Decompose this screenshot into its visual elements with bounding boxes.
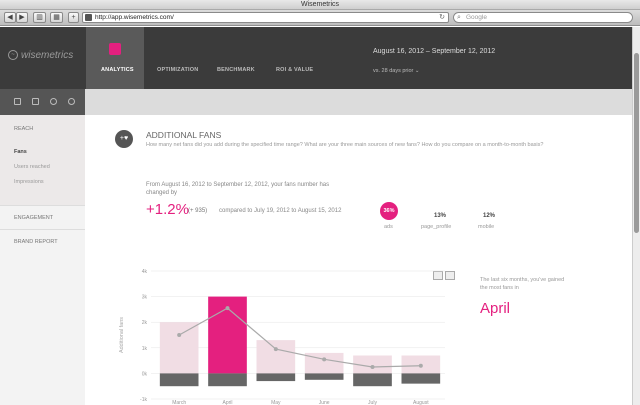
sidebar-divider bbox=[0, 205, 85, 206]
trend-point bbox=[322, 357, 327, 362]
trend-point bbox=[273, 347, 278, 352]
bar-march bbox=[159, 322, 199, 374]
sidebar: REACH Fans Users reached Impressions ENG… bbox=[0, 89, 85, 405]
section-title: ADDITIONAL FANS bbox=[146, 130, 222, 140]
source-mobile-label: mobile bbox=[478, 224, 495, 230]
insight-month: April bbox=[480, 300, 511, 317]
document-icon[interactable] bbox=[32, 98, 39, 105]
browser-toolbar: ◀ ▶ ▥ ▦ + http://app.wisemetrics.com/ ↻ … bbox=[0, 10, 640, 26]
date-range[interactable]: August 16, 2012 – September 12, 2012 bbox=[373, 48, 495, 55]
fans-chart: 4k 3k 2k 1k 0k -1k Additional fans March April Ma… bbox=[119, 269, 445, 405]
fans-change-percent: +1.2% bbox=[146, 201, 189, 218]
y-tick-label: -1k bbox=[140, 397, 147, 403]
bar-negative-may bbox=[256, 373, 296, 382]
window-title: Wisemetrics bbox=[300, 1, 340, 8]
bar-negative-june bbox=[304, 373, 344, 380]
trend-point bbox=[177, 333, 182, 337]
bar-negative-march bbox=[159, 373, 199, 387]
x-tick-label: May bbox=[271, 400, 281, 405]
back-button[interactable]: ◀ bbox=[4, 12, 16, 23]
reload-icon[interactable]: ↻ bbox=[439, 13, 445, 22]
nav-analytics[interactable]: ANALYTICS bbox=[101, 67, 134, 73]
bar-negative-july bbox=[353, 373, 392, 387]
reach-section bbox=[0, 115, 85, 205]
sidebar-icon-bar bbox=[0, 89, 85, 115]
sidebar-brand-report-header[interactable]: BRAND REPORT bbox=[14, 239, 58, 245]
source-page-profile-value: 13% bbox=[434, 213, 447, 219]
bar-negative-april bbox=[208, 373, 247, 387]
search-input[interactable]: ⌕ Google bbox=[453, 12, 633, 23]
scrollbar[interactable] bbox=[632, 27, 640, 405]
y-tick-label: 1k bbox=[142, 346, 148, 352]
compare-dropdown[interactable]: vs. 28 days prior ⌄ bbox=[373, 68, 420, 74]
url-text: http://app.wisemetrics.com/ bbox=[95, 14, 174, 21]
heart-icon[interactable]: +♥ bbox=[115, 130, 133, 148]
trend-point bbox=[418, 363, 423, 368]
bookmarks-icon[interactable]: ▥ bbox=[33, 12, 46, 23]
sidebar-divider bbox=[0, 229, 85, 230]
gear-icon[interactable] bbox=[68, 98, 75, 105]
home-icon[interactable] bbox=[14, 98, 21, 105]
window-titlebar: Wisemetrics bbox=[0, 0, 640, 10]
y-axis-label: Additional fans bbox=[119, 317, 125, 353]
y-tick-label: 4k bbox=[142, 269, 148, 275]
new-tab-icon[interactable]: + bbox=[68, 12, 79, 23]
compare-period: compared to July 19, 2012 to August 15, … bbox=[219, 208, 342, 214]
sidebar-reach-header[interactable]: REACH bbox=[14, 126, 33, 132]
fans-change-delta: (+ 935) bbox=[188, 208, 208, 214]
main-content: +♥ ADDITIONAL FANS How many net fans did… bbox=[85, 115, 632, 405]
scroll-thumb[interactable] bbox=[634, 53, 639, 233]
sidebar-engagement-header[interactable]: ENGAGEMENT bbox=[14, 215, 53, 221]
bar-may bbox=[256, 340, 296, 374]
nav-roi-value[interactable]: ROI & VALUE bbox=[276, 67, 313, 73]
bar-negative-august bbox=[401, 373, 441, 384]
logo-icon: ~ bbox=[8, 50, 18, 61]
x-tick-label: April bbox=[222, 400, 232, 405]
site-favicon-icon bbox=[85, 14, 92, 21]
sidebar-item-fans[interactable]: Fans bbox=[14, 149, 27, 155]
app-header: ~ wisemetrics ANALYTICS OPTIMIZATION BENC… bbox=[0, 27, 632, 89]
content-top-band bbox=[85, 89, 632, 115]
y-tick-label: 0k bbox=[142, 371, 148, 377]
forward-button[interactable]: ▶ bbox=[16, 12, 28, 23]
trend-point bbox=[370, 365, 375, 369]
x-tick-label: July bbox=[368, 400, 377, 405]
download-icon[interactable] bbox=[445, 271, 455, 280]
section-description: How many net fans did you add during the… bbox=[146, 142, 544, 148]
source-ads-label: ads bbox=[384, 224, 393, 230]
source-ads-value: 36% bbox=[380, 202, 398, 220]
y-tick-label: 2k bbox=[142, 320, 148, 326]
y-tick-label: 3k bbox=[142, 295, 148, 301]
nav-optimization[interactable]: OPTIMIZATION bbox=[157, 67, 198, 73]
top-sites-icon[interactable]: ▦ bbox=[50, 12, 63, 23]
x-tick-label: March bbox=[172, 400, 186, 405]
x-tick-label: June bbox=[319, 400, 330, 405]
source-mobile-value: 12% bbox=[483, 213, 496, 219]
insight-text: The last six months, you've gained the m… bbox=[480, 277, 565, 291]
source-page-profile-label: page_profile bbox=[421, 224, 452, 230]
url-input[interactable]: http://app.wisemetrics.com/ ↻ bbox=[82, 12, 449, 23]
x-tick-label: August bbox=[413, 400, 429, 405]
logo[interactable]: ~ wisemetrics bbox=[8, 50, 73, 61]
search-placeholder: Google bbox=[466, 14, 487, 21]
leaf-icon[interactable] bbox=[50, 98, 57, 105]
sidebar-item-users-reached[interactable]: Users reached bbox=[14, 164, 50, 170]
trend-point bbox=[225, 306, 230, 311]
analytics-chart-icon bbox=[109, 43, 121, 55]
nav-benchmark[interactable]: BENCHMARK bbox=[217, 67, 255, 73]
search-icon: ⌕ bbox=[457, 14, 461, 21]
sidebar-item-impressions[interactable]: Impressions bbox=[14, 179, 44, 185]
stat-summary: From August 16, 2012 to September 12, 20… bbox=[146, 182, 330, 196]
nav-active-tab[interactable] bbox=[86, 27, 144, 89]
logo-text: wisemetrics bbox=[21, 50, 74, 61]
